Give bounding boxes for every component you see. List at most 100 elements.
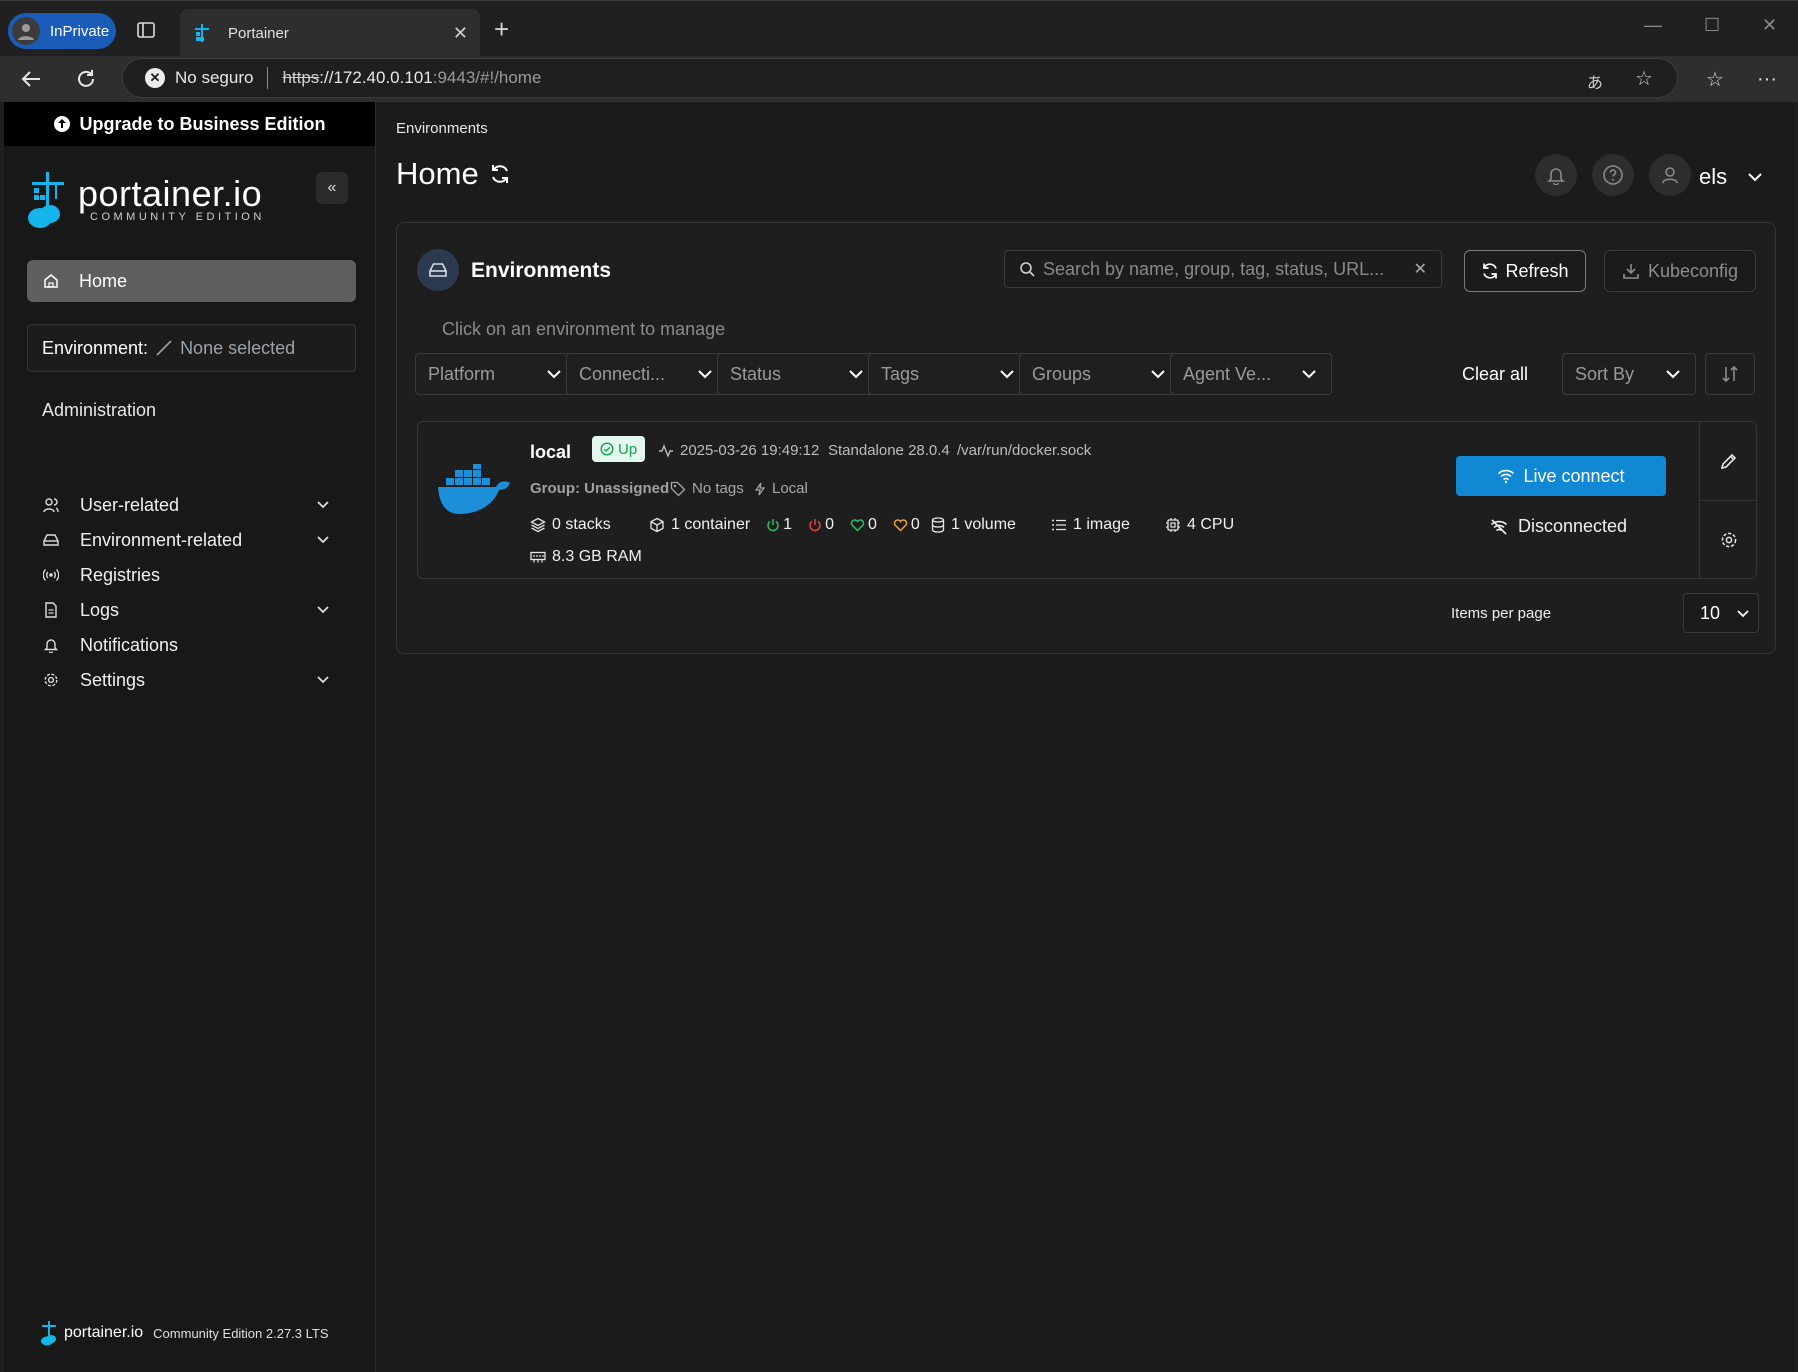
browser-tab[interactable]: Portainer ✕ — [180, 9, 480, 57]
healthy-count: 0 — [850, 516, 877, 534]
filter-tags[interactable]: Tags — [868, 353, 1030, 395]
filter-groups[interactable]: Groups — [1019, 353, 1181, 395]
live-connect-button[interactable]: Live connect — [1456, 456, 1666, 496]
back-icon[interactable] — [16, 64, 46, 94]
sidebar-item-logs[interactable]: Logs — [42, 595, 342, 625]
filter-connection[interactable]: Connecti... — [566, 353, 728, 395]
sort-direction-button[interactable] — [1705, 353, 1755, 395]
address-bar-row: ✕ No seguro https://172.40.0.101:9443/#!… — [0, 56, 1798, 102]
download-icon — [1623, 264, 1639, 279]
clear-search-icon[interactable]: ✕ — [1414, 259, 1427, 279]
environment-settings-button[interactable] — [1700, 500, 1757, 578]
containers-text: 1 container — [671, 516, 751, 533]
kubeconfig-button[interactable]: Kubeconfig — [1604, 250, 1756, 292]
portainer-logo-icon — [28, 172, 64, 228]
filter-status[interactable]: Status — [717, 353, 879, 395]
maximize-icon[interactable]: ☐ — [1704, 15, 1720, 36]
slash-icon — [156, 340, 172, 356]
search-input[interactable] — [1043, 258, 1393, 280]
connection-status: Disconnected — [1490, 516, 1627, 537]
tab-actions-icon[interactable] — [132, 17, 160, 43]
containers-count: 1 container 1 0 0 0 — [649, 516, 920, 534]
sidebar-item-label: Environment-related — [80, 529, 243, 550]
translate-icon[interactable]: あ — [1587, 69, 1603, 93]
environment-tags: No tags — [670, 480, 744, 497]
sidebar-item-user-related[interactable]: User-related — [42, 490, 342, 520]
chevron-down-icon[interactable] — [316, 498, 330, 512]
sidebar-item-environment-related[interactable]: Environment-related — [42, 525, 342, 555]
footer-brand: portainer.io — [64, 1324, 144, 1341]
environment-card[interactable]: local Up 2025-03-26 19:49:12 Standalone … — [417, 421, 1757, 579]
items-per-page-select[interactable]: 10 — [1683, 593, 1759, 633]
chevron-down-icon[interactable] — [1747, 170, 1763, 184]
chevron-down-icon[interactable] — [316, 673, 330, 687]
chevron-down-icon[interactable] — [316, 603, 330, 617]
more-menu-icon[interactable]: ··· — [1752, 64, 1782, 94]
home-icon — [44, 274, 58, 288]
cpu-icon — [1166, 518, 1180, 532]
stopped-count: 0 — [808, 516, 834, 534]
bell-icon — [42, 636, 60, 654]
edit-environment-button[interactable] — [1700, 422, 1757, 500]
environment-name: local — [530, 442, 572, 462]
refresh-button[interactable]: Refresh — [1464, 250, 1586, 292]
database-icon — [931, 517, 945, 533]
main-content: Environments Home els Environments ✕ — [377, 102, 1794, 1372]
filter-agent-version[interactable]: Agent Ve... — [1170, 353, 1332, 395]
sidebar-item-settings[interactable]: Settings — [42, 665, 342, 695]
refresh-icon[interactable] — [489, 163, 511, 185]
sort-by-select[interactable]: Sort By — [1562, 353, 1696, 395]
running-text: 1 — [783, 516, 793, 533]
collapse-sidebar-button[interactable]: « — [316, 172, 348, 204]
favorite-star-icon[interactable]: ☆ — [1635, 66, 1653, 91]
filter-platform[interactable]: Platform — [415, 353, 577, 395]
upgrade-banner[interactable]: Upgrade to Business Edition — [4, 102, 375, 146]
tab-close-icon[interactable]: ✕ — [453, 23, 468, 44]
chevron-down-icon — [1302, 370, 1316, 379]
environment-selector[interactable]: Environment: None selected — [27, 324, 356, 372]
heart-icon — [850, 519, 865, 532]
sidebar-item-notifications[interactable]: Notifications — [42, 630, 342, 660]
search-field[interactable]: ✕ — [1004, 250, 1442, 288]
user-avatar-button[interactable] — [1649, 154, 1691, 196]
user-icon — [1662, 167, 1678, 184]
inprivate-badge[interactable]: InPrivate — [8, 13, 116, 49]
new-tab-icon[interactable]: + — [494, 15, 509, 43]
portainer-logo[interactable]: portainer.io COMMUNITY EDITION — [26, 170, 265, 230]
profile-avatar — [12, 17, 40, 45]
live-connect-label: Live connect — [1523, 465, 1625, 486]
heartbeat-timestamp: 2025-03-26 19:49:12 — [658, 442, 819, 459]
portainer-favicon-icon — [195, 24, 209, 42]
environment-type: Standalone 28.0.4 — [828, 442, 950, 459]
footer-version: Community Edition 2.27.3 LTS — [153, 1325, 329, 1341]
minimize-icon[interactable]: — — [1644, 15, 1662, 36]
pencil-icon — [1720, 453, 1736, 470]
insecure-icon[interactable]: ✕ — [145, 68, 165, 88]
help-icon — [1603, 165, 1623, 185]
url-bar[interactable]: ✕ No seguro https://172.40.0.101:9443/#!… — [122, 58, 1678, 98]
sidebar-item-home[interactable]: Home — [27, 260, 356, 302]
power-icon — [767, 519, 779, 532]
sidebar-footer: portainer.io Community Edition 2.27.3 LT… — [40, 1320, 329, 1346]
bolt-icon — [754, 482, 766, 495]
drive-icon — [417, 249, 459, 291]
favorites-icon[interactable]: ☆ — [1700, 64, 1730, 94]
radio-icon — [42, 566, 60, 584]
username[interactable]: els — [1699, 164, 1727, 190]
chevron-down-icon[interactable] — [316, 533, 330, 547]
unhealthy-text: 0 — [910, 516, 920, 533]
page-title: Home — [396, 156, 511, 192]
environment-location: Local — [754, 480, 808, 497]
window-close-icon[interactable]: ✕ — [1762, 15, 1777, 36]
insecure-label: No seguro — [175, 68, 254, 87]
sidebar-item-registries[interactable]: Registries — [42, 560, 342, 590]
reload-icon[interactable] — [71, 64, 101, 94]
sort-arrows-icon — [1722, 365, 1738, 383]
timestamp-text: 2025-03-26 19:49:12 — [680, 442, 820, 459]
panel-hint: Click on an environment to manage — [442, 319, 726, 339]
notifications-bell-button[interactable] — [1535, 154, 1577, 196]
check-circle-icon — [600, 442, 614, 456]
breadcrumb[interactable]: Environments — [396, 120, 488, 137]
help-button[interactable] — [1592, 154, 1634, 196]
clear-all-button[interactable]: Clear all — [1462, 364, 1528, 385]
